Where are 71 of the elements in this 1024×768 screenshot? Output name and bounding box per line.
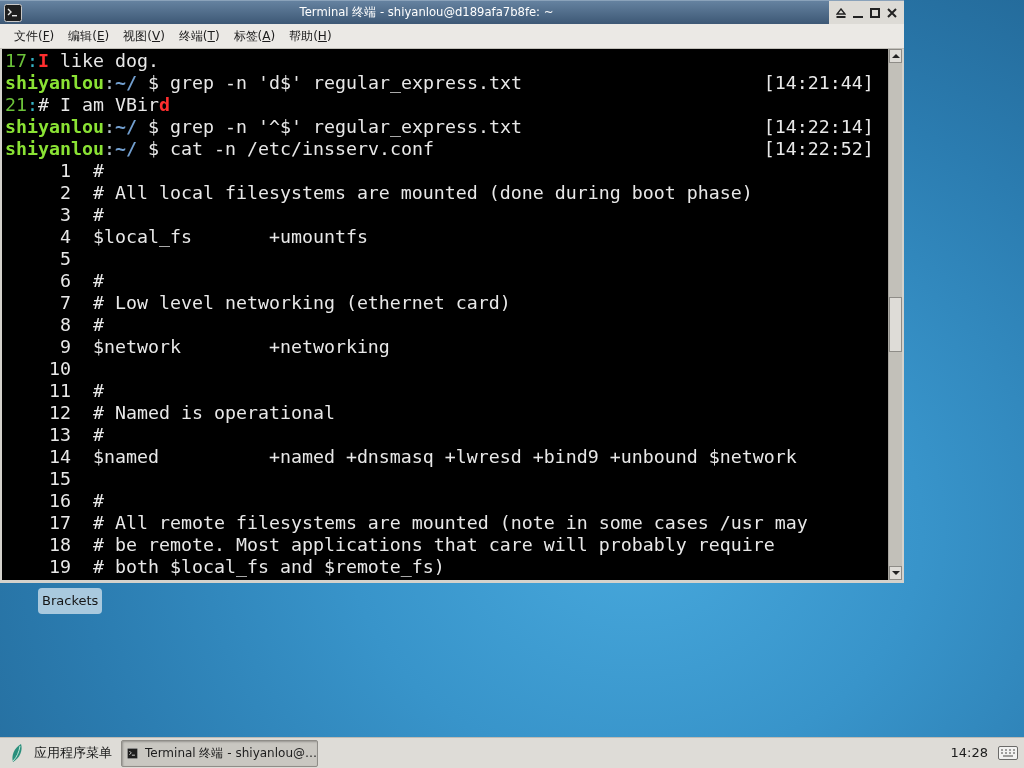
line-text: # [92,160,104,182]
menu-item[interactable]: 帮助(H) [282,27,339,45]
eject-icon [836,7,846,18]
line-text: # All remote filesystems are mounted (note in some cases /usr may [92,512,808,534]
terminal-icon [127,745,138,761]
scroll-up-button[interactable] [889,49,902,63]
line-number: 1 [59,160,71,182]
line-number: 3 [59,204,71,226]
shade-button[interactable] [836,7,846,18]
taskbar-button[interactable]: Terminal 终端 - shiyanlou@… [121,739,318,767]
line-text: # Low level networking (ethernet card) [92,292,511,314]
keyboard-icon[interactable] [998,746,1018,760]
line-text: # All local filesystems are mounted (done during boot phase) [92,182,753,204]
line-number: 2 [59,182,71,204]
line-number: 7 [59,292,71,314]
menu-item[interactable]: 标签(A) [226,27,283,45]
menu-item[interactable]: 视图(V) [116,27,172,45]
leaf-icon [10,744,24,762]
line-number: 12 [48,402,71,424]
window-menu-button[interactable] [4,3,22,22]
line-number: 16 [48,490,71,512]
line-text: $named +named +dnsmasq +lwresd +bind9 +unbound $network [92,446,797,468]
line-number: 18 [48,534,71,556]
clock[interactable]: 14:28 [950,743,988,763]
scroll-thumb[interactable] [889,297,902,352]
app-menu-button[interactable]: 应用程序菜单 [4,739,118,767]
timestamp: [14:22:52] [763,138,874,160]
line-text: $local_fs +umountfs [92,226,368,248]
menu-item[interactable]: 文件(F) [7,27,62,45]
line-number: 6 [59,270,71,292]
close-button[interactable] [887,7,897,18]
close-icon [887,7,897,18]
line-number: 9 [59,336,71,358]
timestamp: [14:21:44] [763,72,874,94]
line-number: 14 [48,446,71,468]
timestamp: [14:22:14] [763,116,874,138]
line-text: # [92,490,104,512]
line-number: 19 [48,556,71,578]
maximize-icon [870,7,880,18]
command-line: shiyanlou:~/ $ cat -n /etc/insserv.conf [5,138,434,160]
line-text: # [92,424,104,446]
line-text: $network +networking [92,336,390,358]
line-text: # both $local_fs and $remote_fs) [92,556,445,578]
maximize-button[interactable] [870,7,880,18]
caret-up-icon [891,54,900,58]
line-number: 13 [48,424,71,446]
output-line: 21:# I am VBird [5,94,170,116]
scroll-down-button[interactable] [889,566,902,580]
line-text: # [92,270,104,292]
line-text: # be remote. Most applications that care will probably require [92,534,775,556]
line-number: 5 [59,248,71,270]
line-text: # [92,204,104,226]
command-line: shiyanlou:~/ $ grep -n '^$' regular_express.txt [5,116,522,138]
line-text: # [92,380,104,402]
command-line: shiyanlou:~/ $ grep -n 'd$' regular_express.txt [5,72,522,94]
menu-item[interactable]: 编辑(E) [61,27,117,45]
window-title: Terminal 终端 - shiyanlou@d189afa7b8fe: ~ [298,3,555,21]
output-line: 17:I like dog. [5,50,159,72]
terminal-icon [4,3,22,22]
line-text: # [92,314,104,336]
line-number: 11 [48,380,71,402]
line-number: 17 [48,512,71,534]
minimize-icon [853,15,863,18]
line-number: 8 [59,314,71,336]
line-number: 15 [48,468,71,490]
desktop-icon-label[interactable]: Brackets [38,588,103,614]
line-text: # Named is operational [92,402,335,424]
menu-item[interactable]: 终端(T) [171,27,227,45]
line-number: 10 [48,358,71,380]
caret-down-icon [891,571,900,575]
line-number: 4 [59,226,71,248]
